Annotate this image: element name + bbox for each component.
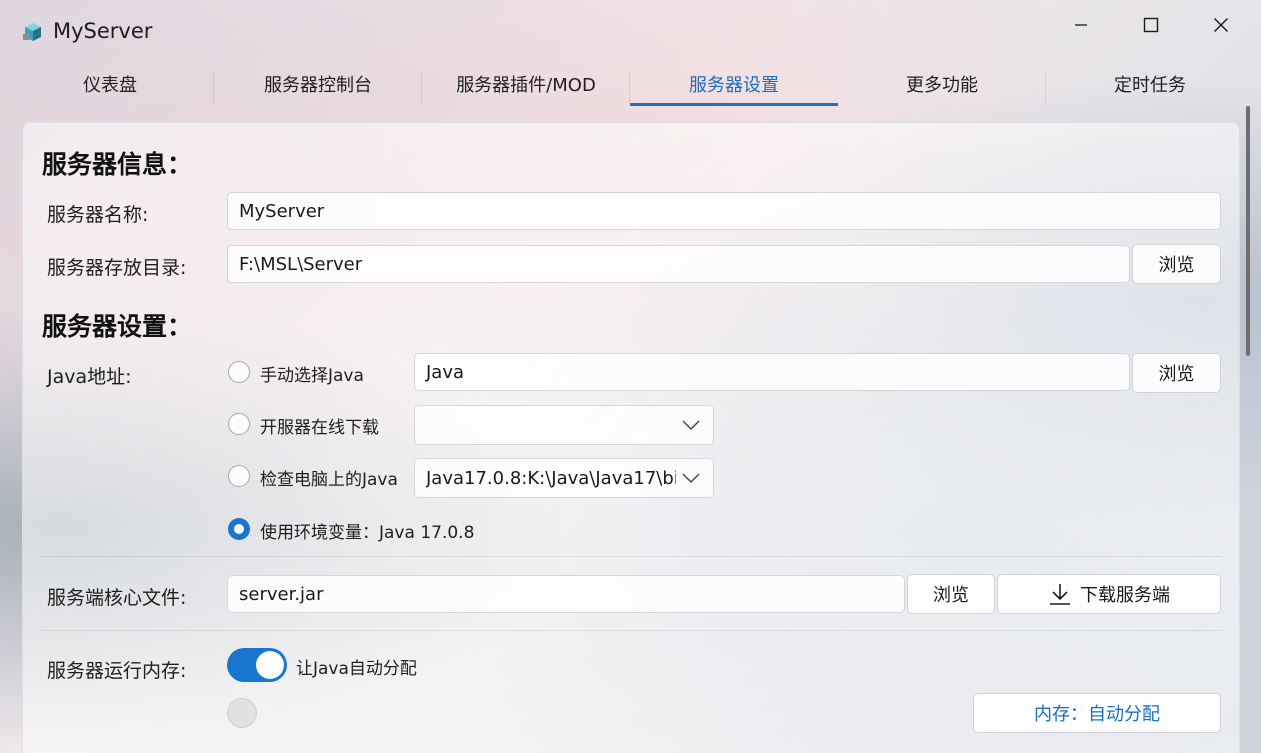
java-path-label: Java地址:: [47, 366, 132, 388]
tab-label: 服务器插件/MOD: [456, 75, 596, 96]
radio-label-local-java: 检查电脑上的Java: [260, 470, 398, 490]
browse-dir-button[interactable]: 浏览: [1132, 244, 1221, 284]
radio-label-online-download: 开服器在线下载: [260, 418, 379, 438]
radio-label-manual-java: 手动选择Java: [260, 366, 364, 386]
local-java-dropdown[interactable]: Java17.0.8:K:\Java\Java17\bi: [414, 458, 714, 498]
close-button[interactable]: [1198, 8, 1244, 42]
toggle-knob: [256, 651, 284, 679]
tab-label: 服务器控制台: [264, 75, 372, 96]
manual-java-input[interactable]: Java: [414, 353, 1130, 391]
maximize-icon: [1143, 17, 1159, 33]
tab-console[interactable]: 服务器控制台: [214, 62, 422, 106]
browse-java-button[interactable]: 浏览: [1132, 353, 1221, 393]
tab-label: 服务器设置: [689, 75, 779, 96]
tab-more-features[interactable]: 更多功能: [838, 62, 1046, 106]
close-icon: [1214, 18, 1228, 32]
server-name-label: 服务器名称:: [47, 204, 149, 226]
minimize-icon: [1075, 24, 1087, 26]
server-settings-heading: 服务器设置：: [42, 312, 193, 341]
radio-local-java[interactable]: [228, 465, 250, 487]
memory-label: 服务器运行内存:: [47, 660, 187, 682]
download-icon: [1050, 584, 1070, 605]
section-divider: [40, 630, 1222, 631]
memory-setting-button[interactable]: 内存：自动分配: [973, 693, 1221, 733]
dropdown-value: Java17.0.8:K:\Java\Java17\bi: [426, 468, 676, 489]
auto-memory-label: 让Java自动分配: [296, 659, 417, 679]
server-dir-input[interactable]: F:\MSL\Server: [227, 245, 1130, 283]
active-tab-indicator: [630, 103, 838, 106]
cube-icon: [23, 23, 41, 41]
vertical-scrollbar[interactable]: [1246, 106, 1250, 356]
tab-scheduled-tasks[interactable]: 定时任务: [1046, 62, 1254, 106]
tab-server-settings[interactable]: 服务器设置: [630, 62, 838, 106]
chevron-down-icon: [682, 473, 700, 483]
radio-label-env-java: 使用环境变量：Java 17.0.8: [260, 523, 475, 543]
tab-label: 仪表盘: [83, 75, 137, 96]
minimize-button[interactable]: [1058, 8, 1104, 42]
memory-slider-thumb[interactable]: [227, 698, 257, 728]
tab-label: 更多功能: [906, 75, 978, 96]
server-info-heading: 服务器信息：: [42, 150, 193, 179]
core-file-input[interactable]: server.jar: [227, 575, 905, 613]
core-file-label: 服务端核心文件:: [47, 587, 187, 609]
auto-memory-toggle[interactable]: [227, 648, 287, 682]
tab-plugins-mods[interactable]: 服务器插件/MOD: [422, 62, 630, 106]
online-java-dropdown[interactable]: [414, 405, 714, 445]
tab-label: 定时任务: [1114, 75, 1186, 96]
download-server-button[interactable]: 下载服务端: [997, 574, 1221, 614]
server-dir-label: 服务器存放目录:: [47, 257, 187, 279]
browse-core-button[interactable]: 浏览: [907, 574, 995, 614]
title-bar: MyServer: [0, 0, 1261, 60]
section-divider: [40, 556, 1222, 557]
radio-env-java[interactable]: [228, 518, 250, 540]
maximize-button[interactable]: [1128, 8, 1174, 42]
chevron-down-icon: [682, 420, 700, 430]
radio-manual-java[interactable]: [228, 361, 250, 383]
window-title: MyServer: [53, 19, 153, 43]
server-name-input[interactable]: MyServer: [227, 192, 1221, 230]
download-server-label: 下载服务端: [1080, 585, 1170, 606]
tab-bar: 仪表盘 服务器控制台 服务器插件/MOD 服务器设置 更多功能 定时任务: [6, 62, 1254, 106]
app-window: MyServer 仪表盘 服务器控制台 服务器插件/MOD 服务器设置 更多功能: [0, 0, 1261, 753]
radio-online-download[interactable]: [228, 413, 250, 435]
tab-dashboard[interactable]: 仪表盘: [6, 62, 214, 106]
